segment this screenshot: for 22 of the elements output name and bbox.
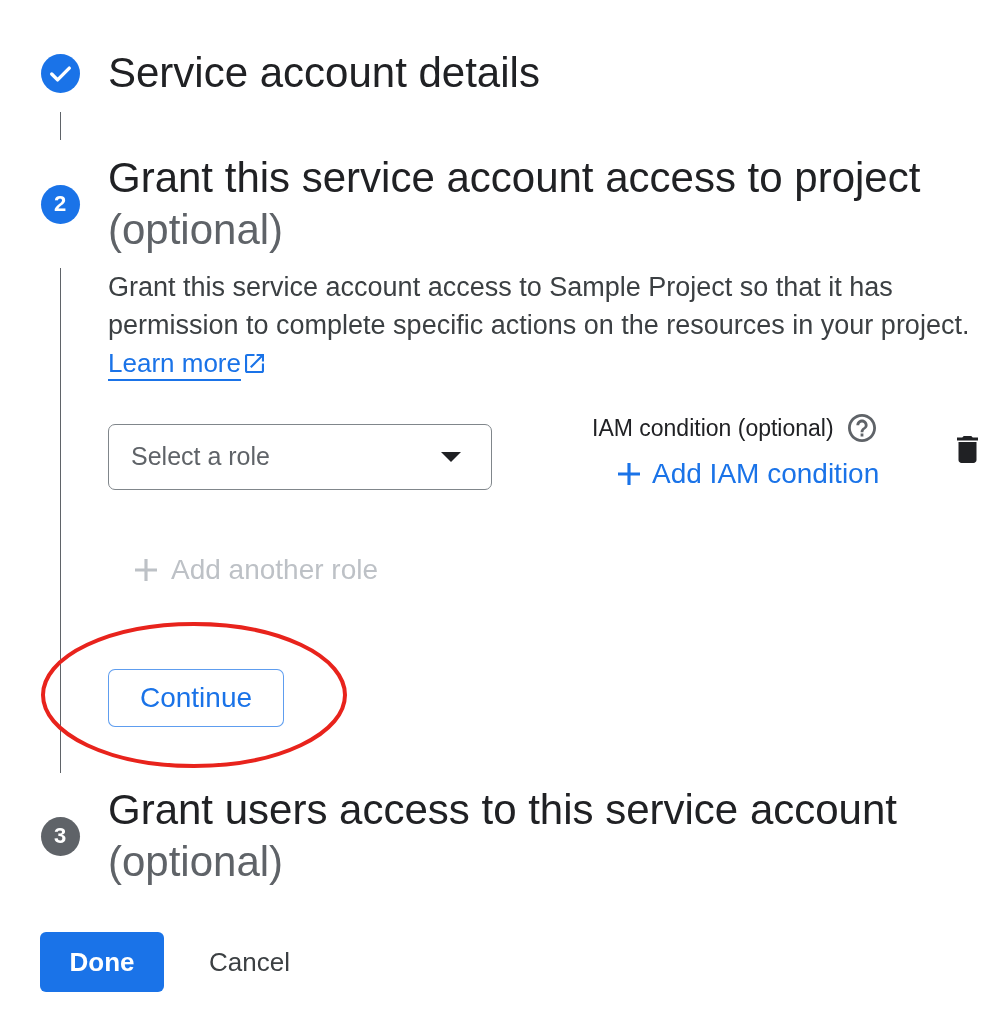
role-select[interactable]: Select a role <box>108 424 492 490</box>
help-icon[interactable] <box>847 414 876 442</box>
plus-icon <box>618 463 640 485</box>
learn-more-link[interactable]: Learn more <box>108 344 264 382</box>
caret-icon <box>441 452 461 462</box>
cancel-button[interactable]: Cancel <box>189 932 310 992</box>
iam-condition-label: IAM condition (optional) <box>592 414 834 443</box>
done-button[interactable]: Done <box>40 932 164 992</box>
check-circle-icon <box>40 53 80 93</box>
step-title: Grant this service account access to project <box>108 153 921 203</box>
plus-icon <box>135 559 157 581</box>
step-title: Grant users access to this service account <box>108 785 897 835</box>
continue-button[interactable]: Continue <box>108 669 284 727</box>
add-iam-condition-button[interactable]: Add IAM condition <box>606 452 892 496</box>
step-title: Service account details <box>108 48 540 98</box>
trash-icon[interactable] <box>957 436 978 463</box>
external-link-icon <box>244 353 264 373</box>
description-text: Grant this service account access to Sample Project so that it has permission to complete specific actions on the resources in your project. <box>108 271 971 342</box>
step-number: 3 <box>40 816 80 856</box>
step-subtitle: (optional) <box>108 205 285 255</box>
step-number: 2 <box>40 184 80 224</box>
step-subtitle: (optional) <box>108 837 285 887</box>
